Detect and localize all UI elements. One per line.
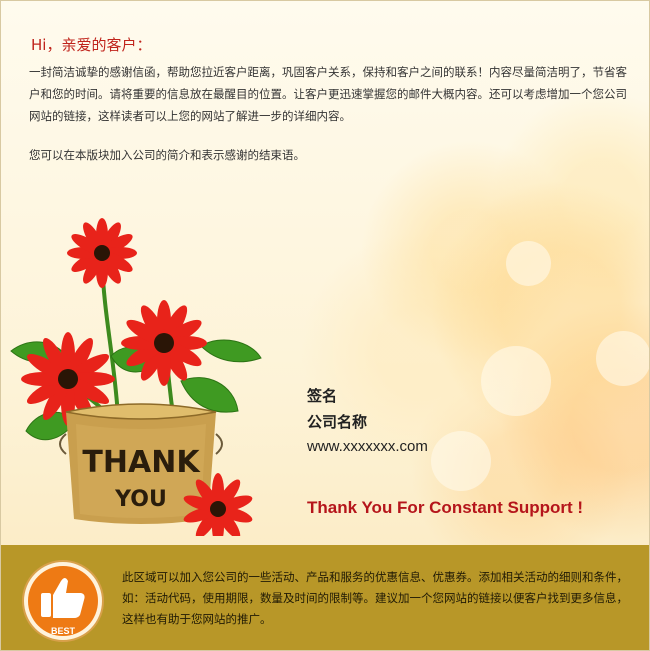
company-name: 公司名称 [307, 413, 368, 431]
thanks-slogan: Thank You For Constant Support ! [307, 498, 584, 517]
flower-middle [121, 300, 207, 386]
bokeh-light [431, 431, 491, 491]
signature-name: 签名 [307, 387, 338, 405]
best-badge: BEST [22, 560, 104, 642]
pot-text-you: YOU [114, 487, 167, 512]
bokeh-light [506, 241, 551, 286]
pot-text-thank: THANK [82, 445, 201, 480]
flower-top [67, 218, 137, 288]
promo-text: 此区域可以加入您公司的一些活动、产品和服务的优惠信息、优惠券。添加相关活动的细则… [122, 570, 628, 626]
bokeh-light [481, 346, 551, 416]
greeting-heading: Hi，亲爱的客户： [31, 36, 152, 54]
closing-note: 您可以在本版块加入公司的简介和表示感谢的结束语。 [29, 148, 305, 162]
badge-label: BEST [51, 626, 76, 636]
flower-pot-illustration: THANK YOU [10, 218, 262, 536]
bokeh-light [596, 331, 649, 386]
website-link[interactable]: www.xxxxxxx.com [307, 435, 428, 459]
thank-you-card: Hi，亲爱的客户： 一封简洁诚挚的感谢信函，帮助您拉近客户距离，巩固客户关系，保… [0, 0, 650, 651]
intro-paragraph: 一封简洁诚挚的感谢信函，帮助您拉近客户距离，巩固客户关系，保持和客户之间的联系！… [29, 65, 627, 123]
signature-block: 签名 公司名称 www.xxxxxxx.com [307, 384, 428, 459]
promo-footer: BEST 此区域可以加入您公司的一些活动、产品和服务的优惠信息、优惠券。添加相关… [1, 545, 649, 650]
